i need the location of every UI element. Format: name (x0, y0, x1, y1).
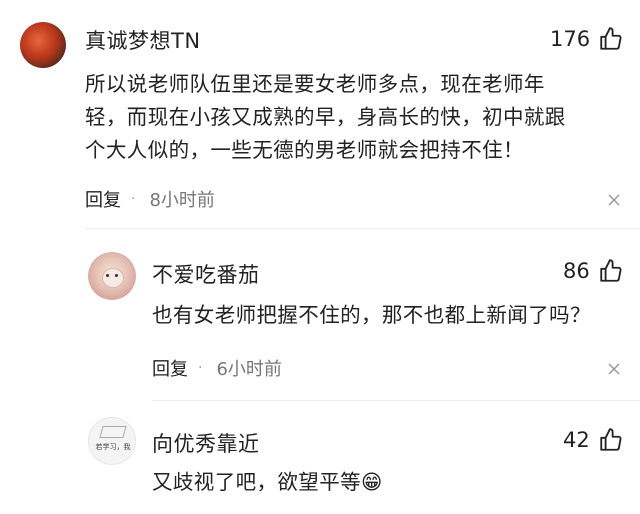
reply-button[interactable]: 回复 (152, 355, 188, 381)
comment-text: 也有女老师把握不住的，那不也都上新闻了吗？ (152, 299, 622, 332)
close-icon[interactable] (607, 362, 621, 376)
comment-line: 所以说老师队伍里还是要女老师多点，现在老师年 (85, 72, 545, 96)
avatar[interactable] (20, 22, 66, 68)
divider (152, 400, 640, 401)
comment-line: 又歧视了吧，欲望平等😁 (152, 470, 383, 494)
comment-text: 所以说老师队伍里还是要女老师多点，现在老师年 轻，而现在小孩又成熟的早，身高长的… (85, 68, 625, 167)
comment-meta: 回复 · 8小时前 (85, 186, 215, 212)
reply-button[interactable]: 回复 (85, 186, 121, 212)
comment-text: 又歧视了吧，欲望平等😁 (152, 466, 622, 499)
comment-line: 也有女老师把握不住的，那不也都上新闻了吗？ (152, 303, 591, 327)
thumbs-up-icon[interactable] (598, 26, 624, 52)
thumbs-up-icon[interactable] (598, 427, 624, 453)
avatar[interactable] (88, 252, 136, 300)
like-count: 176 (550, 27, 591, 51)
username[interactable]: 不爱吃番茄 (152, 259, 260, 289)
thumbs-up-icon[interactable] (598, 258, 624, 284)
like-count: 42 (563, 428, 590, 452)
close-icon[interactable] (607, 193, 621, 207)
timestamp: 6小时前 (216, 359, 282, 380)
comment-line: 轻，而现在小孩又成熟的早，身高长的快，初中就跟 (85, 105, 566, 129)
comment-meta: 回复 · 6小时前 (152, 355, 282, 381)
like-count: 86 (563, 259, 590, 283)
separator-dot: · (198, 360, 203, 376)
username[interactable]: 向优秀靠近 (152, 428, 260, 458)
username[interactable]: 真诚梦想TN (85, 25, 201, 55)
separator-dot: · (131, 191, 136, 207)
timestamp: 8小时前 (149, 190, 215, 211)
comment-line: 个大人似的，一些无德的男老师就会把持不住！ (85, 138, 524, 162)
avatar[interactable]: 若学习，我 (88, 417, 136, 465)
avatar-text: 若学习，我 (95, 443, 131, 451)
divider (85, 228, 640, 229)
